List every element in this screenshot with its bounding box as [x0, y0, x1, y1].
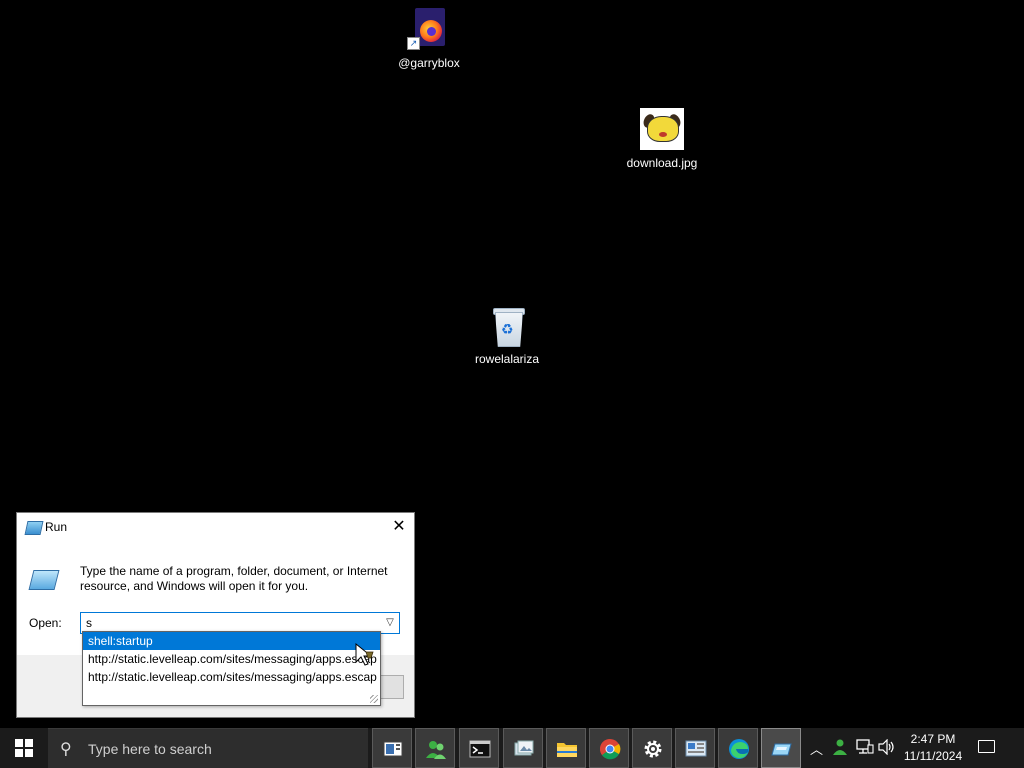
browse-button[interactable] [380, 675, 404, 699]
busy-cursor-icon [355, 642, 374, 666]
firefox-shortcut-icon: ↗ [407, 8, 451, 52]
control-panel-icon [685, 740, 707, 757]
people-tray-icon[interactable] [832, 738, 850, 756]
image-file-icon [640, 108, 684, 152]
system-tray: ︿ [804, 728, 900, 768]
suggestion-item[interactable]: http://static.levelleap.com/sites/messag… [83, 650, 380, 668]
terminal-icon [469, 740, 491, 758]
desktop-icon-label: @garryblox [398, 56, 460, 70]
taskbar-app-file-explorer[interactable] [546, 728, 586, 768]
autocomplete-dropdown: shell:startup http://static.levelleap.co… [82, 631, 381, 706]
resize-grip[interactable] [370, 695, 378, 703]
taskbar-app-chrome[interactable] [589, 728, 629, 768]
clock[interactable]: 2:47 PM 11/11/2024 [900, 731, 966, 765]
taskbar-app-terminal[interactable] [459, 728, 499, 768]
run-icon [771, 743, 792, 756]
volume-icon[interactable] [878, 739, 896, 755]
taskbar-app-control-panel[interactable] [675, 728, 715, 768]
desktop-icon-rowelalariza[interactable]: ♻ rowelalariza [462, 304, 552, 366]
desktop-icon-garryblox[interactable]: ↗ @garryblox [384, 8, 474, 70]
start-button[interactable] [0, 728, 48, 768]
clock-date: 11/11/2024 [903, 749, 963, 763]
windows-logo-icon [15, 739, 33, 757]
taskbar-app-photos[interactable] [503, 728, 543, 768]
taskbar-app-edge[interactable] [718, 728, 758, 768]
notification-icon [978, 740, 995, 753]
photos-icon [514, 740, 534, 756]
open-input[interactable]: s [86, 616, 92, 630]
search-icon: ⚲ [60, 741, 72, 758]
suggestion-item[interactable]: shell:startup [83, 632, 380, 650]
edge-icon [729, 739, 749, 759]
run-title: Run [45, 520, 68, 534]
chevron-down-icon[interactable]: ▽ [381, 613, 399, 633]
people-icon [426, 741, 446, 759]
recycle-bin-icon: ♻ [485, 304, 529, 348]
desktop-icon-label: rowelalariza [474, 352, 540, 366]
action-center-button[interactable] [970, 728, 1010, 768]
taskbar-app-run[interactable] [761, 728, 801, 768]
run-program-icon [28, 570, 60, 590]
taskbar-search-box[interactable]: ⚲ Type here to search [48, 728, 368, 768]
network-icon[interactable] [856, 739, 874, 755]
chrome-icon [600, 739, 621, 760]
open-label: Open: [29, 616, 62, 630]
desktop-icon-download-jpg[interactable]: download.jpg [617, 108, 707, 170]
taskbar: ⚲ Type here to search ︿ 2:47 PM 11/11/20… [0, 728, 1024, 768]
shortcut-arrow-icon: ↗ [407, 37, 420, 50]
clock-time: 2:47 PM [910, 732, 956, 746]
run-icon [24, 521, 44, 535]
folder-icon [557, 743, 577, 757]
taskbar-app-settings[interactable] [632, 728, 672, 768]
taskbar-app-people[interactable] [415, 728, 455, 768]
taskbar-app-task-view[interactable] [372, 728, 412, 768]
task-view-icon [383, 741, 403, 757]
suggestion-item[interactable]: http://static.levelleap.com/sites/messag… [83, 668, 380, 686]
chevron-up-icon[interactable]: ︿ [810, 739, 823, 758]
search-placeholder: Type here to search [88, 741, 212, 757]
close-button[interactable]: ✕ [384, 513, 414, 542]
run-description: Type the name of a program, folder, docu… [80, 564, 388, 593]
desktop-icon-label: download.jpg [626, 156, 698, 170]
gear-icon [644, 740, 662, 758]
run-titlebar[interactable]: Run ✕ [17, 513, 414, 542]
